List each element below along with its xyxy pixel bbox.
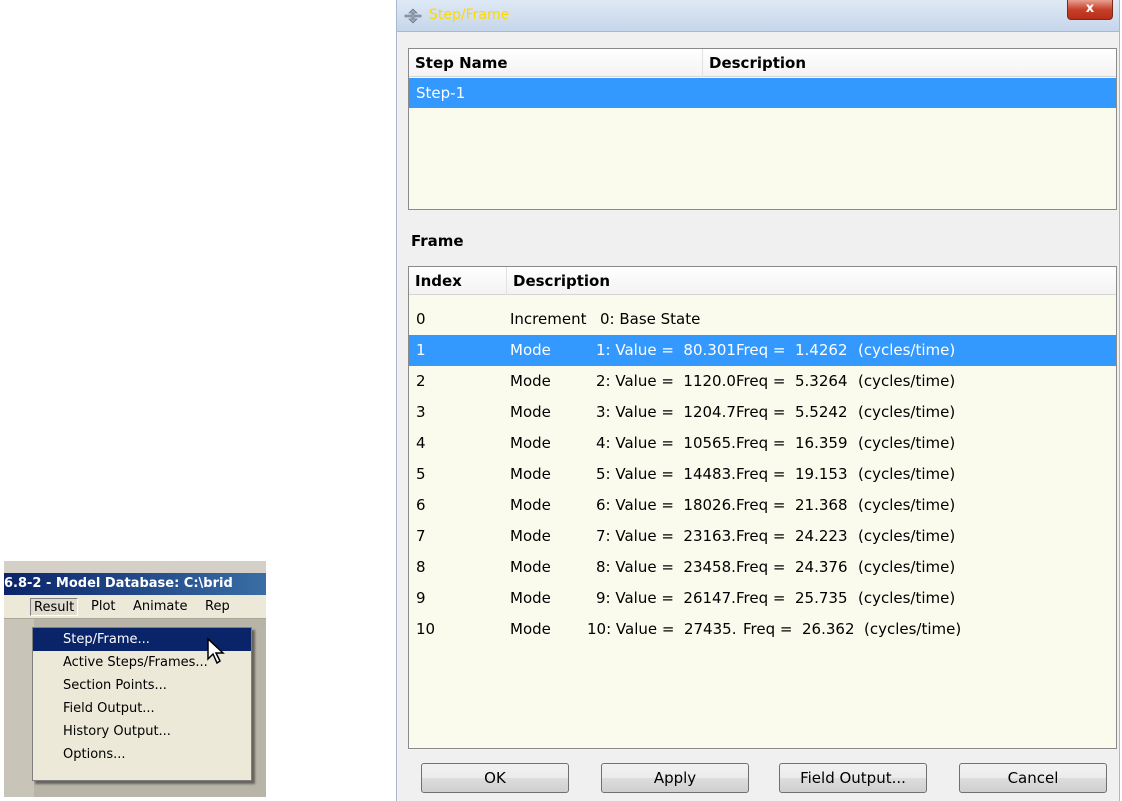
frame-index-cell: 5	[416, 465, 426, 483]
frame-index-cell: 9	[416, 589, 426, 607]
frame-unit-cell: (cycles/time)	[858, 341, 956, 359]
ok-button[interactable]: OK	[421, 763, 569, 793]
frame-index-cell: 6	[416, 496, 426, 514]
menu-plot[interactable]: Plot	[88, 598, 119, 616]
frame-index-cell: 3	[416, 403, 426, 421]
frame-value-cell: 10: Value = 27435.	[587, 620, 737, 638]
frame-unit-cell: (cycles/time)	[858, 558, 956, 576]
frame-table: Index Description 0 Increment 0: Base Stat…	[408, 266, 1117, 749]
frame-index-cell: 1	[416, 341, 426, 359]
frame-index-cell: 10	[416, 620, 436, 638]
frame-row[interactable]: 7 Mode 7: Value = 23163. Freq = 24.223 (cycl…	[409, 521, 1116, 552]
frame-unit-cell: (cycles/time)	[858, 403, 956, 421]
frame-freq-cell: Freq = 5.5242	[736, 403, 848, 421]
frame-value-cell: 7: Value = 23163.	[596, 527, 736, 545]
frame-unit-cell: (cycles/time)	[858, 465, 956, 483]
menu-animate[interactable]: Animate	[130, 598, 190, 616]
step-row[interactable]: Step-1	[409, 78, 1116, 108]
toolbar-strip	[4, 619, 34, 797]
frame-row[interactable]: 0 Increment 0: Base State	[409, 304, 1116, 335]
frame-type-cell: Mode	[510, 527, 551, 545]
frame-freq-cell: Freq = 25.735	[736, 589, 848, 607]
frame-type-cell: Increment	[510, 310, 587, 328]
frame-value-cell: 0: Base State	[600, 310, 701, 328]
frame-value-cell: 9: Value = 26147.	[596, 589, 736, 607]
col-index[interactable]: Index	[409, 267, 507, 295]
frame-label: Frame	[411, 232, 464, 250]
frame-type-cell: Mode	[510, 372, 551, 390]
step-frame-icon	[404, 8, 422, 24]
frame-freq-cell: Freq = 21.368	[736, 496, 848, 514]
col-step-description[interactable]: Description	[703, 49, 1116, 77]
frame-unit-cell: (cycles/time)	[858, 372, 956, 390]
frame-value-cell: 6: Value = 18026.	[596, 496, 736, 514]
menu-result[interactable]: Result	[30, 598, 79, 616]
menu-report[interactable]: Rep	[202, 598, 233, 616]
frame-row[interactable]: 9 Mode 9: Value = 26147. Freq = 25.735 (cycl…	[409, 583, 1116, 614]
menu-item-options[interactable]: Options...	[33, 743, 251, 766]
frame-type-cell: Mode	[510, 434, 551, 452]
frame-unit-cell: (cycles/time)	[858, 434, 956, 452]
frame-row[interactable]: 8 Mode 8: Value = 23458. Freq = 24.376 (cycl…	[409, 552, 1116, 583]
dialog-titlebar[interactable]: Step/Frame x	[397, 0, 1119, 32]
frame-unit-cell: (cycles/time)	[858, 589, 956, 607]
dialog-title: Step/Frame	[429, 7, 510, 23]
frame-value-cell: 1: Value = 80.301	[596, 341, 736, 359]
mouse-cursor-icon	[207, 637, 225, 665]
frame-index-cell: 2	[416, 372, 426, 390]
frame-type-cell: Mode	[510, 558, 551, 576]
frame-row[interactable]: 1 Mode 1: Value = 80.301 Freq = 1.4262 (cycl…	[409, 335, 1116, 366]
col-frame-description[interactable]: Description	[507, 267, 1116, 295]
frame-type-cell: Mode	[510, 465, 551, 483]
frame-type-cell: Mode	[510, 403, 551, 421]
frame-row[interactable]: 2 Mode 2: Value = 1120.0 Freq = 5.3264 (cycl…	[409, 366, 1116, 397]
frame-index-cell: 0	[416, 310, 426, 328]
frame-type-cell: Mode	[510, 341, 551, 359]
close-icon: x	[1085, 1, 1095, 16]
step-frame-dialog: Step/Frame x Step Name Description Step-…	[396, 0, 1120, 801]
frame-value-cell: 5: Value = 14483.	[596, 465, 736, 483]
step-name-cell: Step-1	[416, 84, 466, 102]
frame-unit-cell: (cycles/time)	[858, 496, 956, 514]
frame-type-cell: Mode	[510, 620, 551, 638]
frame-freq-cell: Freq = 26.362	[743, 620, 855, 638]
frame-value-cell: 8: Value = 23458.	[596, 558, 736, 576]
frame-row[interactable]: 10 Mode 10: Value = 27435. Freq = 26.362 (cy…	[409, 614, 1116, 645]
frame-type-cell: Mode	[510, 496, 551, 514]
frame-unit-cell: (cycles/time)	[858, 527, 956, 545]
frame-row[interactable]: 6 Mode 6: Value = 18026. Freq = 21.368 (cycl…	[409, 490, 1116, 521]
frame-index-cell: 4	[416, 434, 426, 452]
frame-freq-cell: Freq = 24.223	[736, 527, 848, 545]
frame-freq-cell: Freq = 19.153	[736, 465, 848, 483]
cancel-button[interactable]: Cancel	[959, 763, 1107, 793]
abaqus-window-title: 6.8-2 - Model Database: C:\brid	[4, 573, 266, 595]
menu-item-section-points[interactable]: Section Points...	[33, 674, 251, 697]
apply-button[interactable]: Apply	[601, 763, 749, 793]
frame-table-header: Index Description	[409, 267, 1116, 295]
frame-row[interactable]: 5 Mode 5: Value = 14483. Freq = 19.153 (cycl…	[409, 459, 1116, 490]
step-table-header: Step Name Description	[409, 49, 1116, 77]
step-table: Step Name Description Step-1	[408, 48, 1117, 210]
abaqus-menubar: Result Plot Animate Rep	[4, 595, 266, 619]
frame-freq-cell: Freq = 24.376	[736, 558, 848, 576]
col-step-name[interactable]: Step Name	[409, 49, 703, 77]
frame-freq-cell: Freq = 16.359	[736, 434, 848, 452]
field-output-button[interactable]: Field Output...	[779, 763, 927, 793]
frame-unit-cell: (cycles/time)	[864, 620, 962, 638]
frame-row[interactable]: 4 Mode 4: Value = 10565. Freq = 16.359 (cycl…	[409, 428, 1116, 459]
result-menu-snippet: 6.8-2 - Model Database: C:\brid Result P…	[4, 561, 266, 797]
frame-value-cell: 3: Value = 1204.7	[596, 403, 736, 421]
frame-index-cell: 7	[416, 527, 426, 545]
frame-freq-cell: Freq = 1.4262	[736, 341, 848, 359]
menu-item-history-output[interactable]: History Output...	[33, 720, 251, 743]
frame-index-cell: 8	[416, 558, 426, 576]
frame-type-cell: Mode	[510, 589, 551, 607]
frame-row[interactable]: 3 Mode 3: Value = 1204.7 Freq = 5.5242 (cycl…	[409, 397, 1116, 428]
frame-value-cell: 4: Value = 10565.	[596, 434, 736, 452]
menu-item-field-output[interactable]: Field Output...	[33, 697, 251, 720]
frame-freq-cell: Freq = 5.3264	[736, 372, 848, 390]
frame-value-cell: 2: Value = 1120.0	[596, 372, 736, 390]
close-button[interactable]: x	[1067, 0, 1113, 20]
